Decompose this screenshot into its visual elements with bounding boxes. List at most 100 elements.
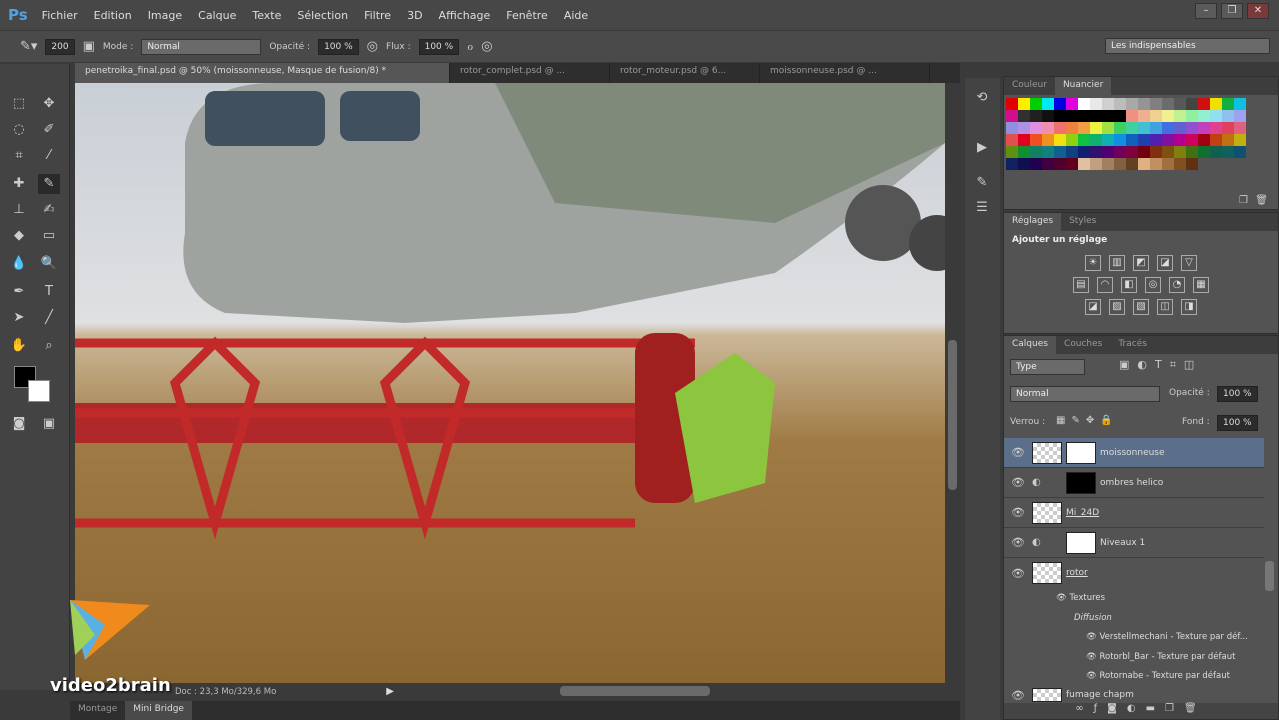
swatch[interactable] [1066, 146, 1078, 158]
tab-rotor-moteur[interactable]: rotor_moteur.psd @ 6... [610, 63, 760, 83]
zoom-tool-icon[interactable]: ⌕ [38, 336, 60, 356]
texture-item[interactable]: 👁 Rotorbl_Bar - Texture par défaut [1086, 652, 1235, 662]
hand-tool-icon[interactable]: ✋ [8, 336, 30, 356]
visibility-eye-icon[interactable]: 👁 [1004, 567, 1032, 580]
swatch[interactable] [1042, 110, 1054, 122]
swatch[interactable] [1066, 98, 1078, 110]
path-select-icon[interactable]: ➤ [8, 308, 30, 328]
swatch[interactable] [1114, 122, 1126, 134]
close-button[interactable]: ✕ [1247, 3, 1269, 19]
swatch[interactable] [1030, 122, 1042, 134]
adjustment-icon[interactable]: ◧ [1121, 277, 1137, 293]
adjustment-icon[interactable]: ◪ [1085, 299, 1101, 315]
swatch[interactable] [1018, 122, 1030, 134]
swatch[interactable] [1162, 98, 1174, 110]
swatch[interactable] [1102, 98, 1114, 110]
menu-selection[interactable]: Sélection [297, 9, 348, 22]
swatch[interactable] [1162, 146, 1174, 158]
swatch[interactable] [1114, 98, 1126, 110]
texture-item[interactable]: 👁 Rotornabe - Texture par défaut [1086, 671, 1230, 681]
swatch[interactable] [1186, 98, 1198, 110]
swatch[interactable] [1090, 146, 1102, 158]
swatch[interactable] [1210, 146, 1222, 158]
adjustment-icon[interactable]: ☀ [1085, 255, 1101, 271]
swatch[interactable] [1030, 134, 1042, 146]
brush-presets-icon[interactable]: ✎ [971, 173, 993, 193]
swatch[interactable] [1018, 134, 1030, 146]
swatch[interactable] [1066, 110, 1078, 122]
tab-couleur[interactable]: Couleur [1004, 77, 1055, 95]
swatch[interactable] [1210, 122, 1222, 134]
swatch[interactable] [1042, 158, 1054, 170]
swatch[interactable] [1222, 110, 1234, 122]
swatch[interactable] [1090, 110, 1102, 122]
swatch[interactable] [1234, 122, 1246, 134]
swatch[interactable] [1198, 146, 1210, 158]
swatch[interactable] [1078, 110, 1090, 122]
flow-input[interactable]: 100 % [418, 38, 460, 55]
healing-icon[interactable]: ✚ [8, 174, 30, 194]
swatch[interactable] [1174, 134, 1186, 146]
tab-montage[interactable]: Montage [70, 701, 125, 720]
blend-mode-select[interactable]: Normal [1010, 386, 1160, 402]
swatch[interactable] [1126, 146, 1138, 158]
stamp-tool-icon[interactable]: ⊥ [8, 200, 30, 220]
adjustment-icon[interactable]: ◔ [1169, 277, 1185, 293]
menu-aide[interactable]: Aide [564, 9, 588, 22]
swatch[interactable] [1162, 158, 1174, 170]
swatch[interactable] [1078, 146, 1090, 158]
swatch[interactable] [1006, 122, 1018, 134]
layer-mask-thumbnail[interactable] [1066, 531, 1096, 554]
swatch[interactable] [1018, 158, 1030, 170]
swatch[interactable] [1054, 110, 1066, 122]
menu-fenetre[interactable]: Fenêtre [506, 9, 548, 22]
type-tool-icon[interactable]: T [38, 282, 60, 302]
adjustment-icon[interactable]: ▦ [1193, 277, 1209, 293]
vertical-scroll-thumb[interactable] [948, 340, 957, 490]
adjustment-icon[interactable]: ◠ [1097, 277, 1113, 293]
swatch[interactable] [1114, 110, 1126, 122]
tab-couches[interactable]: Couches [1056, 336, 1110, 354]
swatch[interactable] [1162, 110, 1174, 122]
swatch[interactable] [1006, 98, 1018, 110]
adjustment-icon[interactable]: ◫ [1157, 299, 1173, 315]
move-tool-icon[interactable]: ✥ [38, 94, 60, 114]
swatch[interactable] [1054, 122, 1066, 134]
restore-button[interactable]: ❐ [1221, 3, 1243, 19]
brush-tool-icon[interactable]: ✎▾ [20, 39, 37, 54]
swatch[interactable] [1054, 98, 1066, 110]
swatch[interactable] [1138, 146, 1150, 158]
tab-penetroika[interactable]: penetroika_final.psd @ 50% (moissonneuse… [75, 63, 450, 83]
swatch[interactable] [1054, 146, 1066, 158]
layer-filter-select[interactable]: Type [1010, 359, 1085, 375]
swatch[interactable] [1138, 158, 1150, 170]
swatch[interactable] [1102, 158, 1114, 170]
swatch[interactable] [1150, 122, 1162, 134]
swatch[interactable] [1138, 122, 1150, 134]
swatch[interactable] [1018, 110, 1030, 122]
swatch[interactable] [1198, 98, 1210, 110]
menu-texte[interactable]: Texte [252, 9, 281, 22]
swatch[interactable] [1066, 134, 1078, 146]
quick-mask-icon[interactable]: ◙ [8, 414, 30, 434]
layer-opacity-input[interactable]: 100 % [1217, 386, 1258, 402]
layers-footer-icons[interactable]: ∞ƒ◙◐▬❐🗑 [1004, 703, 1278, 719]
swatch[interactable] [1030, 146, 1042, 158]
swatch[interactable] [1090, 158, 1102, 170]
visibility-eye-icon[interactable]: 👁 [1004, 476, 1032, 489]
actions-panel-icon[interactable]: ▶ [971, 138, 993, 158]
adjustment-icon[interactable]: ▧ [1133, 299, 1149, 315]
layer-ombres-helico[interactable]: 👁 ◐ ombres helico [1004, 468, 1264, 498]
swatch[interactable] [1150, 158, 1162, 170]
swatch[interactable] [1186, 134, 1198, 146]
eraser-icon[interactable]: ◆ [8, 226, 30, 246]
swatch[interactable] [1018, 146, 1030, 158]
adjustment-icon[interactable]: ▽ [1181, 255, 1197, 271]
swatch[interactable] [1114, 158, 1126, 170]
tab-traces[interactable]: Tracés [1110, 336, 1155, 354]
swatch[interactable] [1150, 110, 1162, 122]
swatch[interactable] [1006, 134, 1018, 146]
swatch[interactable] [1234, 146, 1246, 158]
dodge-icon[interactable]: 🔍 [38, 254, 60, 274]
swatch[interactable] [1078, 158, 1090, 170]
